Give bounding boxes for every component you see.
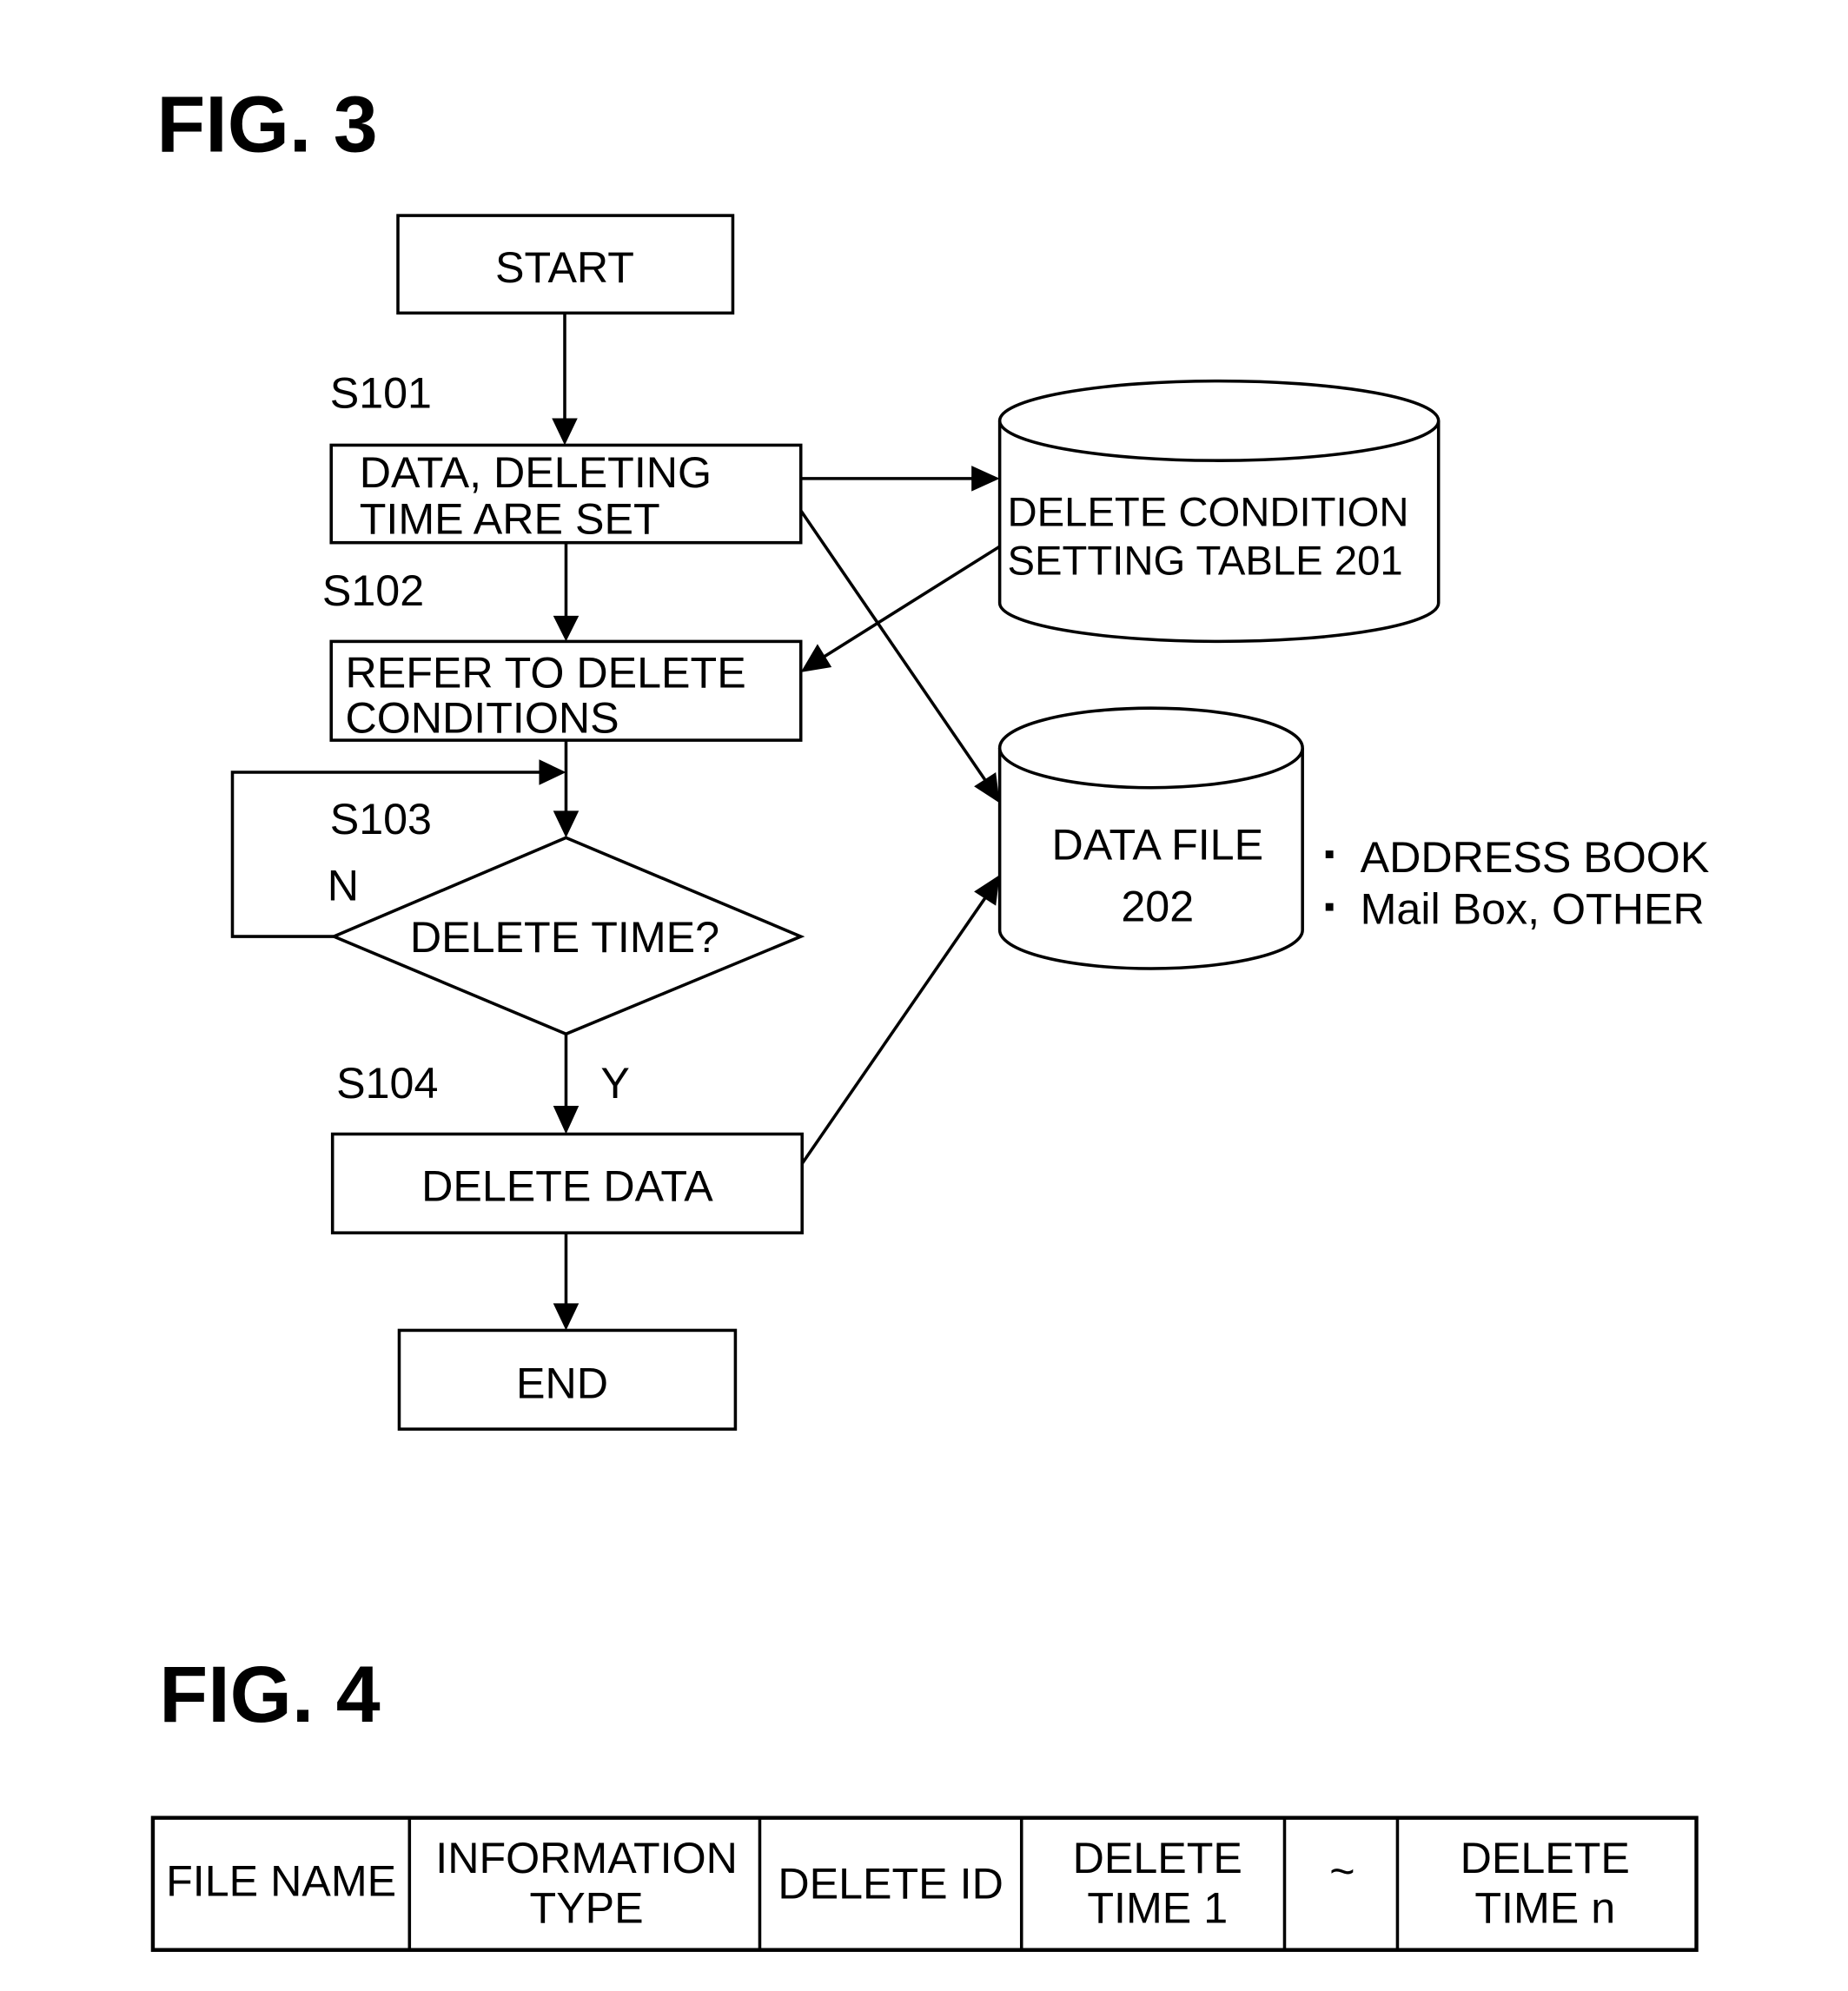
column-header-line2: TYPE bbox=[530, 1884, 644, 1933]
column-header: INFORMATION bbox=[435, 1834, 738, 1882]
table-line1: DELETE CONDITION bbox=[1007, 489, 1408, 535]
arrow-s104-to-end bbox=[553, 1233, 580, 1331]
step-s102-box: REFER TO DELETE CONDITIONS bbox=[329, 639, 803, 742]
step-s101-box: DATA, DELETING TIME ARE SET bbox=[329, 443, 803, 545]
start-label: START bbox=[495, 243, 634, 292]
arrow-start-to-s101 bbox=[552, 313, 578, 446]
branch-no-label: N bbox=[328, 862, 359, 910]
branch-yes-label: Y bbox=[600, 1059, 630, 1108]
s101-line1: DATA, DELETING bbox=[360, 448, 712, 497]
s102-line2: CONDITIONS bbox=[345, 693, 619, 742]
end-terminal: END bbox=[397, 1328, 738, 1431]
column-header: DELETE bbox=[1073, 1834, 1242, 1882]
patent-figures: FIG. 3 START S101 DATA, DELETING TIME AR… bbox=[150, 80, 1710, 1952]
step-id-s104: S104 bbox=[336, 1059, 438, 1108]
data-file-cylinder: DATA FILE 202 bbox=[997, 706, 1304, 970]
arrow-s103-to-s104 bbox=[553, 1034, 580, 1134]
data-file-line1: DATA FILE bbox=[1051, 820, 1263, 869]
data-file-item: ADDRESS BOOK bbox=[1361, 833, 1710, 882]
bullet-icon bbox=[1325, 903, 1334, 911]
step-id-s102: S102 bbox=[322, 566, 424, 615]
column-header: FILE NAME bbox=[166, 1857, 396, 1906]
arrow-s101-to-data-file bbox=[799, 509, 1000, 804]
column-header: DELETE bbox=[1461, 1834, 1630, 1882]
column-header-line2: TIME 1 bbox=[1087, 1884, 1228, 1933]
decision-s103: DELETE TIME? bbox=[329, 836, 805, 1036]
s104-text: DELETE DATA bbox=[421, 1161, 713, 1210]
arrow-s104-to-data-file bbox=[800, 875, 1000, 1165]
data-file-contents-list: ADDRESS BOOK Mail Box, OTHER bbox=[1325, 833, 1710, 933]
data-file-item: Mail Box, OTHER bbox=[1361, 884, 1705, 933]
s101-line2: TIME ARE SET bbox=[360, 494, 660, 543]
column-header-ellipsis: ~ bbox=[1329, 1847, 1355, 1895]
delete-condition-setting-table-cylinder: DELETE CONDITION SETTING TABLE 201 bbox=[997, 379, 1441, 644]
table-line2: SETTING TABLE 201 bbox=[1007, 539, 1402, 585]
start-terminal: START bbox=[396, 214, 735, 315]
arrow-s101-to-table bbox=[800, 466, 1000, 492]
fig4-title: FIG. 4 bbox=[159, 1650, 380, 1739]
data-file-line2: 202 bbox=[1121, 882, 1194, 930]
column-header: DELETE ID bbox=[778, 1860, 1003, 1908]
step-id-s101: S101 bbox=[330, 369, 432, 418]
step-s104-box: DELETE DATA bbox=[330, 1132, 804, 1234]
arrow-s101-to-s102 bbox=[553, 542, 580, 642]
bullet-icon bbox=[1325, 850, 1334, 858]
delete-condition-record-table: FILE NAME INFORMATION TYPE DELETE ID DEL… bbox=[150, 1816, 1699, 1952]
s103-text: DELETE TIME? bbox=[410, 913, 719, 962]
arrow-s102-to-s103 bbox=[553, 740, 580, 838]
end-label: END bbox=[516, 1359, 608, 1408]
step-id-s103: S103 bbox=[330, 795, 432, 843]
fig3-title: FIG. 3 bbox=[156, 80, 377, 169]
s102-line1: REFER TO DELETE bbox=[345, 649, 745, 698]
column-header-line2: TIME n bbox=[1474, 1884, 1615, 1933]
